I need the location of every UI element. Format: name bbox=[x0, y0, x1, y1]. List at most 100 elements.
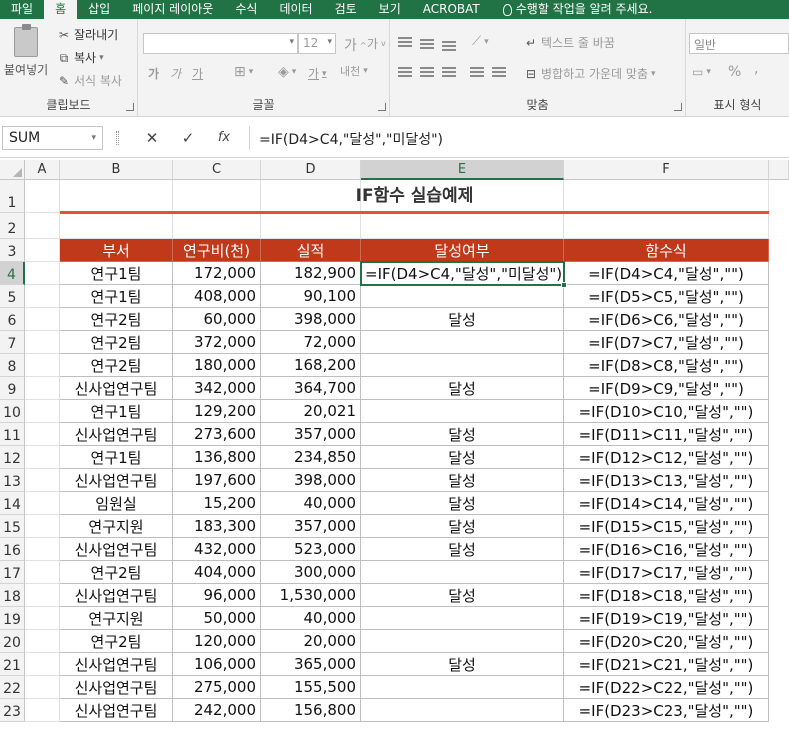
row-header-15[interactable]: 15 bbox=[0, 515, 25, 538]
row-header-4[interactable]: 4 bbox=[0, 262, 25, 285]
budget-cell[interactable]: 342,000 bbox=[173, 377, 261, 400]
format-painter-button[interactable]: ✎ 서식 복사 bbox=[57, 72, 122, 89]
align-left-icon[interactable] bbox=[398, 67, 412, 77]
paste-button[interactable]: 붙여넣기 bbox=[4, 24, 48, 78]
enter-formula-button[interactable]: ✓ bbox=[171, 126, 205, 150]
sheet-title[interactable]: IF함수 실습예제 bbox=[60, 180, 769, 213]
budget-cell[interactable]: 106,000 bbox=[173, 653, 261, 676]
formula-cell[interactable]: =IF(D16>C16,"달성","") bbox=[564, 538, 769, 561]
tab-acrobat[interactable]: ACROBAT bbox=[412, 0, 491, 19]
row-header-9[interactable]: 9 bbox=[0, 377, 25, 400]
row-header-8[interactable]: 8 bbox=[0, 354, 25, 377]
formula-cell[interactable]: =IF(D18>C18,"달성","") bbox=[564, 584, 769, 607]
budget-cell[interactable]: 96,000 bbox=[173, 584, 261, 607]
budget-cell[interactable]: 242,000 bbox=[173, 699, 261, 722]
budget-cell[interactable]: 273,600 bbox=[173, 423, 261, 446]
italic-button[interactable]: 가 bbox=[170, 65, 181, 82]
result-cell[interactable]: 300,000 bbox=[261, 561, 361, 584]
department-cell[interactable]: 신사업연구팀 bbox=[60, 469, 173, 492]
result-cell[interactable]: 1,530,000 bbox=[261, 584, 361, 607]
tab-file[interactable]: 파일 bbox=[0, 0, 44, 19]
achievement-cell[interactable] bbox=[361, 676, 564, 699]
formula-cell[interactable]: =IF(D4>C4,"달성","") bbox=[564, 262, 769, 285]
tab-insert[interactable]: 삽입 bbox=[77, 0, 121, 19]
copy-button[interactable]: ⧉ 복사 ▾ bbox=[57, 49, 104, 66]
department-cell[interactable]: 신사업연구팀 bbox=[60, 377, 173, 400]
formula-cell[interactable]: =IF(D19>C19,"달성","") bbox=[564, 607, 769, 630]
achievement-cell[interactable] bbox=[361, 699, 564, 722]
department-cell[interactable]: 연구1팀 bbox=[60, 400, 173, 423]
bold-button[interactable]: 가 bbox=[148, 65, 159, 82]
column-header-b[interactable]: B bbox=[60, 160, 173, 180]
budget-cell[interactable]: 50,000 bbox=[173, 607, 261, 630]
row-header-22[interactable]: 22 bbox=[0, 676, 25, 699]
result-cell[interactable]: 234,850 bbox=[261, 446, 361, 469]
formula-cell[interactable]: =IF(D17>C17,"달성","") bbox=[564, 561, 769, 584]
fill-handle[interactable] bbox=[561, 282, 567, 288]
department-cell[interactable]: 신사업연구팀 bbox=[60, 423, 173, 446]
department-cell[interactable]: 연구1팀 bbox=[60, 285, 173, 308]
select-all-button[interactable] bbox=[0, 160, 25, 180]
row-header-5[interactable]: 5 bbox=[0, 285, 25, 308]
tab-formulas[interactable]: 수식 bbox=[224, 0, 268, 19]
row-header-16[interactable]: 16 bbox=[0, 538, 25, 561]
result-cell[interactable]: 155,500 bbox=[261, 676, 361, 699]
achievement-cell[interactable]: 달성 bbox=[361, 308, 564, 331]
row-header-10[interactable]: 10 bbox=[0, 400, 25, 423]
formula-cell[interactable]: =IF(D5>C5,"달성","") bbox=[564, 285, 769, 308]
achievement-cell[interactable]: 달성 bbox=[361, 584, 564, 607]
department-cell[interactable]: 연구2팀 bbox=[60, 331, 173, 354]
table-header-cell[interactable]: 달성여부 bbox=[361, 239, 564, 262]
align-right-icon[interactable] bbox=[442, 67, 456, 77]
formula-cell[interactable]: =IF(D8>C8,"달성","") bbox=[564, 354, 769, 377]
achievement-cell[interactable]: 달성 bbox=[361, 515, 564, 538]
tab-view[interactable]: 보기 bbox=[368, 0, 412, 19]
achievement-cell[interactable]: 달성 bbox=[361, 446, 564, 469]
budget-cell[interactable]: 408,000 bbox=[173, 285, 261, 308]
formula-cell[interactable]: =IF(D21>C21,"달성","") bbox=[564, 653, 769, 676]
department-cell[interactable]: 신사업연구팀 bbox=[60, 699, 173, 722]
comma-style-button[interactable]: , bbox=[754, 61, 758, 77]
department-cell[interactable]: 연구지원 bbox=[60, 515, 173, 538]
result-cell[interactable]: 182,900 bbox=[261, 262, 361, 285]
department-cell[interactable]: 임원실 bbox=[60, 492, 173, 515]
budget-cell[interactable]: 136,800 bbox=[173, 446, 261, 469]
table-header-cell[interactable]: 연구비(천) bbox=[173, 239, 261, 262]
achievement-cell[interactable]: 달성 bbox=[361, 469, 564, 492]
formula-cell[interactable]: =IF(D9>C9,"달성","") bbox=[564, 377, 769, 400]
budget-cell[interactable]: 404,000 bbox=[173, 561, 261, 584]
wrap-text-button[interactable]: ↵ 텍스트 줄 바꿈 bbox=[524, 34, 615, 51]
row-header-7[interactable]: 7 bbox=[0, 331, 25, 354]
achievement-cell[interactable] bbox=[361, 400, 564, 423]
row-header-11[interactable]: 11 bbox=[0, 423, 25, 446]
font-name-box[interactable]: ▾ bbox=[143, 33, 298, 54]
row-header-6[interactable]: 6 bbox=[0, 308, 25, 331]
achievement-cell[interactable] bbox=[361, 630, 564, 653]
department-cell[interactable]: 연구1팀 bbox=[60, 446, 173, 469]
formula-input[interactable]: =IF(D4>C4,"달성","미달성") bbox=[249, 126, 789, 150]
fill-color-button[interactable]: ◈ ▾ bbox=[278, 64, 296, 80]
row-header-23[interactable]: 23 bbox=[0, 699, 25, 722]
align-center-icon[interactable] bbox=[420, 67, 434, 77]
row-header-19[interactable]: 19 bbox=[0, 607, 25, 630]
cancel-formula-button[interactable]: ✕ bbox=[135, 126, 169, 150]
table-header-cell[interactable]: 실적 bbox=[261, 239, 361, 262]
align-top-icon[interactable] bbox=[398, 37, 412, 47]
underline-button[interactable]: 가 bbox=[192, 65, 203, 82]
department-cell[interactable]: 연구2팀 bbox=[60, 630, 173, 653]
dialog-launcher-icon[interactable] bbox=[126, 103, 134, 111]
increase-font-button[interactable]: 가 ^ bbox=[344, 35, 367, 55]
department-cell[interactable]: 연구2팀 bbox=[60, 354, 173, 377]
department-cell[interactable]: 신사업연구팀 bbox=[60, 584, 173, 607]
font-size-box[interactable]: 12 ▾ bbox=[298, 33, 336, 54]
budget-cell[interactable]: 15,200 bbox=[173, 492, 261, 515]
budget-cell[interactable]: 120,000 bbox=[173, 630, 261, 653]
result-cell[interactable]: 168,200 bbox=[261, 354, 361, 377]
result-cell[interactable]: 72,000 bbox=[261, 331, 361, 354]
row-header-13[interactable]: 13 bbox=[0, 469, 25, 492]
align-bottom-icon[interactable] bbox=[442, 41, 456, 51]
achievement-cell[interactable] bbox=[361, 561, 564, 584]
number-format-box[interactable]: 일반 bbox=[689, 33, 789, 54]
department-cell[interactable]: 신사업연구팀 bbox=[60, 538, 173, 561]
budget-cell[interactable]: 183,300 bbox=[173, 515, 261, 538]
